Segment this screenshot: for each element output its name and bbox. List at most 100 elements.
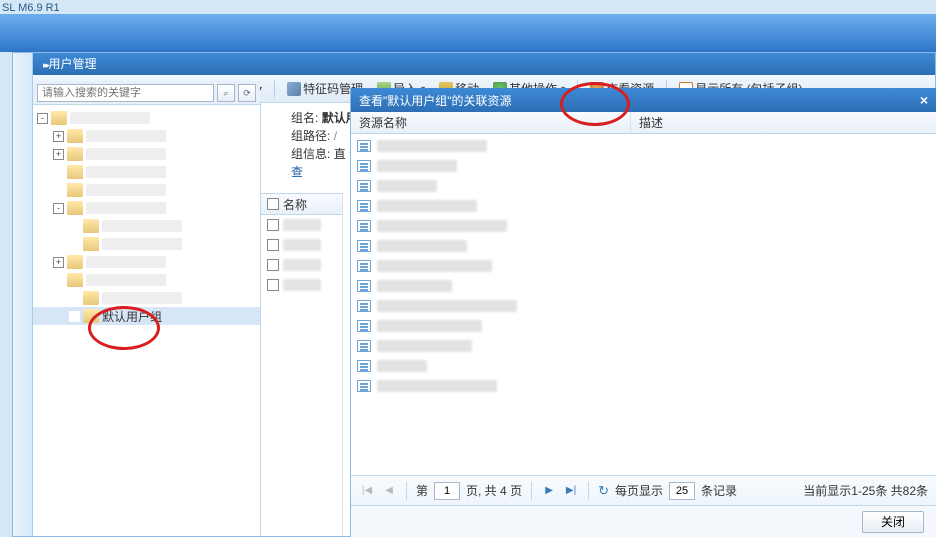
folder-icon — [67, 183, 83, 197]
col-description[interactable]: 描述 — [631, 112, 671, 133]
tree-node[interactable]: + — [33, 253, 260, 271]
checkbox-all[interactable] — [267, 198, 279, 210]
grid-icon — [357, 380, 371, 392]
tree-node[interactable] — [33, 289, 260, 307]
tree-label — [86, 202, 166, 214]
tree-node[interactable]: - — [33, 199, 260, 217]
close-icon[interactable]: × — [920, 92, 928, 108]
tree-expander[interactable]: - — [37, 113, 48, 124]
pager-perpage-label: 每页显示 — [615, 482, 663, 499]
pager-label: 第 — [416, 482, 428, 499]
col-resource-name[interactable]: 资源名称 — [351, 112, 631, 133]
tree-node[interactable]: - — [33, 109, 260, 127]
folder-icon — [51, 111, 67, 125]
tree-node[interactable]: + — [33, 127, 260, 145]
table-row[interactable] — [261, 215, 342, 235]
grid-icon — [357, 240, 371, 252]
pager-last-button[interactable]: ▶| — [563, 483, 579, 499]
dialog-titlebar[interactable]: 查看"默认用户组"的关联资源 × — [351, 88, 936, 112]
tree-node[interactable] — [33, 181, 260, 199]
tree-expander[interactable] — [53, 275, 64, 286]
resource-row[interactable] — [351, 256, 936, 276]
table-row[interactable] — [261, 235, 342, 255]
tree-expander[interactable] — [69, 221, 80, 232]
resource-row[interactable] — [351, 196, 936, 216]
tree-expander[interactable]: + — [53, 257, 64, 268]
resource-name-redacted — [377, 140, 487, 152]
feature-icon — [287, 82, 301, 96]
search-row: ⌕ ⟳ — [33, 81, 260, 105]
table-row[interactable] — [261, 255, 342, 275]
refresh-icon[interactable]: ↻ — [598, 483, 609, 499]
resource-name-redacted — [377, 160, 457, 172]
name-column-panel: 名称 — [261, 193, 343, 536]
folder-icon — [67, 147, 83, 161]
pager-next-button[interactable]: ▶ — [541, 483, 557, 499]
resource-row[interactable] — [351, 376, 936, 396]
folder-icon — [67, 273, 83, 287]
tree-expander[interactable] — [53, 185, 64, 196]
pager-first-button[interactable]: |◀ — [359, 483, 375, 499]
resource-row[interactable] — [351, 156, 936, 176]
tree-node[interactable] — [33, 163, 260, 181]
section-title: 用户管理 — [49, 57, 97, 71]
search-clear-button[interactable]: ⟳ — [238, 84, 256, 102]
name-column-header[interactable]: 名称 — [261, 193, 342, 215]
tree-node[interactable]: + — [33, 145, 260, 163]
pager-prev-button[interactable]: ◀ — [381, 483, 397, 499]
label-group-name: 组名: — [291, 111, 318, 125]
tree-label — [86, 256, 166, 268]
grid-icon — [357, 180, 371, 192]
tree-label — [102, 292, 182, 304]
tree-node[interactable] — [33, 217, 260, 235]
resource-row[interactable] — [351, 176, 936, 196]
folder-icon — [83, 237, 99, 251]
resource-row[interactable] — [351, 236, 936, 256]
search-button[interactable]: ⌕ — [217, 84, 235, 102]
dialog-footer: 关闭 — [351, 505, 936, 537]
grid-icon — [357, 160, 371, 172]
tree-expander[interactable]: + — [53, 149, 64, 160]
grid-icon — [357, 220, 371, 232]
checkbox[interactable] — [267, 219, 279, 231]
view-link[interactable]: 查 — [291, 165, 303, 179]
resource-row[interactable] — [351, 136, 936, 156]
tree-expander[interactable]: + — [53, 131, 64, 142]
table-row[interactable] — [261, 275, 342, 295]
pager-page-input[interactable] — [434, 482, 460, 500]
resource-row[interactable] — [351, 276, 936, 296]
tree-panel: ⌕ ⟳ -++-+默认用户组 — [33, 103, 261, 536]
close-button[interactable]: 关闭 — [862, 511, 924, 533]
tree-node[interactable]: 默认用户组 — [33, 307, 260, 325]
checkbox[interactable] — [267, 279, 279, 291]
tree-label — [86, 130, 166, 142]
resource-name-redacted — [377, 280, 452, 292]
resource-name-redacted — [377, 380, 497, 392]
label-group-path: 组路径: — [291, 129, 330, 143]
tree[interactable]: -++-+默认用户组 — [33, 107, 260, 536]
checkbox[interactable] — [267, 259, 279, 271]
search-input[interactable] — [37, 84, 214, 102]
tree-label — [86, 148, 166, 160]
resource-row[interactable] — [351, 356, 936, 376]
pager-perpage-input[interactable] — [669, 482, 695, 500]
resource-row[interactable] — [351, 336, 936, 356]
resource-name-redacted — [377, 300, 517, 312]
tree-node[interactable] — [33, 271, 260, 289]
resource-row[interactable] — [351, 216, 936, 236]
tree-expander[interactable] — [69, 293, 80, 304]
folder-icon — [83, 219, 99, 233]
tree-expander[interactable] — [69, 311, 80, 322]
resource-row[interactable] — [351, 296, 936, 316]
tree-expander[interactable] — [53, 167, 64, 178]
label-group-info: 组信息: — [291, 147, 330, 161]
tree-expander[interactable]: - — [53, 203, 64, 214]
tree-node[interactable] — [33, 235, 260, 253]
tree-expander[interactable] — [69, 239, 80, 250]
resource-name-redacted — [377, 260, 492, 272]
resource-row[interactable] — [351, 316, 936, 336]
dialog-body[interactable] — [351, 134, 936, 475]
checkbox[interactable] — [267, 239, 279, 251]
left-spine[interactable] — [13, 53, 33, 536]
tree-label — [70, 112, 150, 124]
